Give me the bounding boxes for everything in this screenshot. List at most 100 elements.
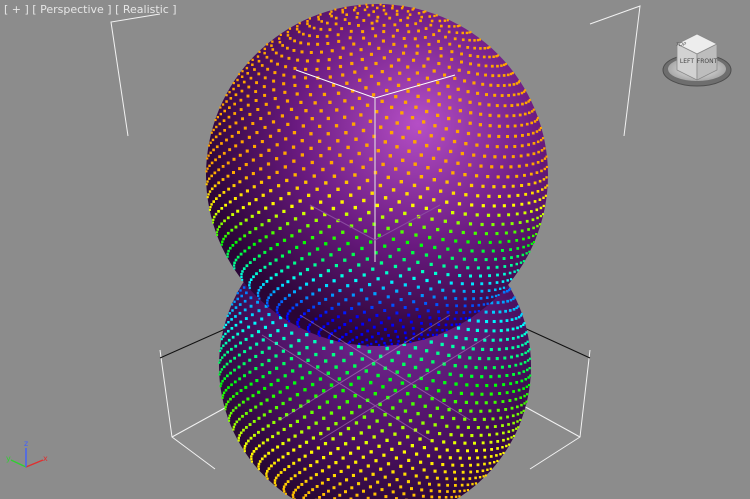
particle-dot	[422, 446, 426, 450]
particle-dot	[240, 75, 244, 78]
particle-dot	[235, 420, 239, 424]
particle-dot	[388, 422, 392, 427]
particle-dot	[244, 176, 248, 180]
particle-dot	[394, 456, 398, 460]
viewport-view-menu[interactable]: [ Perspective ]	[32, 3, 111, 16]
particle-dot	[527, 182, 531, 186]
particle-dot	[211, 138, 215, 142]
particle-dot	[535, 118, 539, 121]
particle-dot	[320, 20, 323, 23]
particle-dot	[319, 314, 323, 318]
particle-dot	[307, 326, 310, 329]
particle-dot	[434, 271, 438, 275]
particle-dot	[304, 440, 309, 444]
top-sphere[interactable]	[205, 3, 549, 347]
particle-dot	[304, 479, 308, 483]
particle-dot	[346, 426, 351, 431]
particle-dot	[412, 276, 416, 280]
particle-dot	[344, 6, 347, 9]
particle-dot	[416, 94, 420, 98]
particle-dot	[525, 122, 529, 126]
particle-dot	[399, 464, 403, 468]
particle-dot	[403, 283, 407, 287]
particle-dot	[208, 190, 212, 193]
particle-dot	[349, 352, 354, 356]
particle-dot	[513, 230, 517, 234]
viewcube[interactable]: TOP LEFT FRONT	[662, 33, 732, 87]
particle-dot	[250, 214, 254, 218]
particle-dot	[364, 477, 368, 481]
particle-dot	[330, 10, 333, 13]
particle-dot	[451, 191, 456, 195]
particle-dot	[448, 390, 452, 394]
particle-dot	[522, 245, 525, 249]
particle-dot	[260, 64, 264, 67]
particle-dot	[502, 290, 506, 294]
particle-dot	[388, 16, 392, 20]
particle-dot	[334, 124, 339, 128]
particle-dot	[380, 429, 384, 433]
particle-dot	[500, 64, 503, 67]
particle-dot	[374, 34, 378, 38]
particle-dot	[475, 213, 479, 217]
particle-dot	[412, 58, 416, 62]
viewport-plus-menu[interactable]: [ + ]	[4, 3, 29, 16]
particle-dot	[233, 356, 236, 360]
particle-dot	[302, 167, 306, 171]
particle-dot	[538, 179, 542, 183]
particle-dot	[431, 156, 436, 160]
scene-canvas[interactable]: TOP LEFT FRONT x y z	[0, 0, 750, 499]
particle-dot	[423, 404, 427, 408]
particle-dot	[514, 363, 518, 367]
particle-dot	[471, 347, 475, 351]
particle-dot	[268, 371, 272, 375]
particle-dot	[253, 257, 256, 261]
particle-dot	[228, 200, 232, 204]
particle-dot	[437, 310, 440, 314]
particle-dot	[381, 286, 385, 290]
particle-dot	[460, 433, 464, 437]
particle-dot	[512, 373, 515, 376]
particle-dot	[425, 278, 429, 283]
particle-dot	[502, 286, 506, 289]
particle-dot	[233, 380, 237, 384]
particle-dot	[346, 465, 350, 469]
particle-dot	[533, 181, 537, 185]
particle-dot	[251, 158, 255, 162]
particle-dot	[356, 12, 360, 15]
particle-dot	[222, 119, 226, 122]
particle-dot	[465, 383, 469, 387]
particle-dot	[236, 209, 240, 213]
particle-dot	[397, 248, 401, 252]
particle-dot	[383, 413, 387, 417]
viewport-shading-menu[interactable]: [ Realistic ]	[115, 3, 177, 16]
particle-dot	[480, 392, 484, 396]
particle-dot	[466, 489, 469, 492]
particle-dot	[424, 206, 428, 210]
particle-dot	[220, 207, 224, 210]
particle-dot	[379, 125, 383, 129]
particle-dot	[293, 290, 296, 294]
particle-dot	[241, 278, 244, 281]
particle-dot	[520, 403, 523, 407]
particle-dot	[269, 247, 273, 251]
particle-dot	[267, 346, 271, 350]
particle-dot	[292, 49, 296, 52]
particle-dot	[516, 412, 520, 416]
particle-dot	[263, 125, 267, 129]
particle-dot	[476, 266, 480, 270]
particle-dot	[408, 222, 412, 227]
particle-dot	[385, 438, 389, 442]
particle-dot	[442, 398, 446, 402]
particle-dot	[536, 116, 539, 119]
particle-dot	[238, 434, 241, 437]
particle-dot	[282, 82, 286, 86]
particle-dot	[274, 484, 277, 487]
particle-dot	[499, 338, 503, 342]
particle-dot	[461, 230, 465, 235]
particle-dot	[355, 336, 359, 339]
particle-dot	[311, 278, 315, 282]
particle-dot	[391, 303, 395, 307]
viewport[interactable]: TOP LEFT FRONT x y z [ + ] [ Perspective…	[0, 0, 750, 499]
particle-dot	[243, 299, 247, 303]
